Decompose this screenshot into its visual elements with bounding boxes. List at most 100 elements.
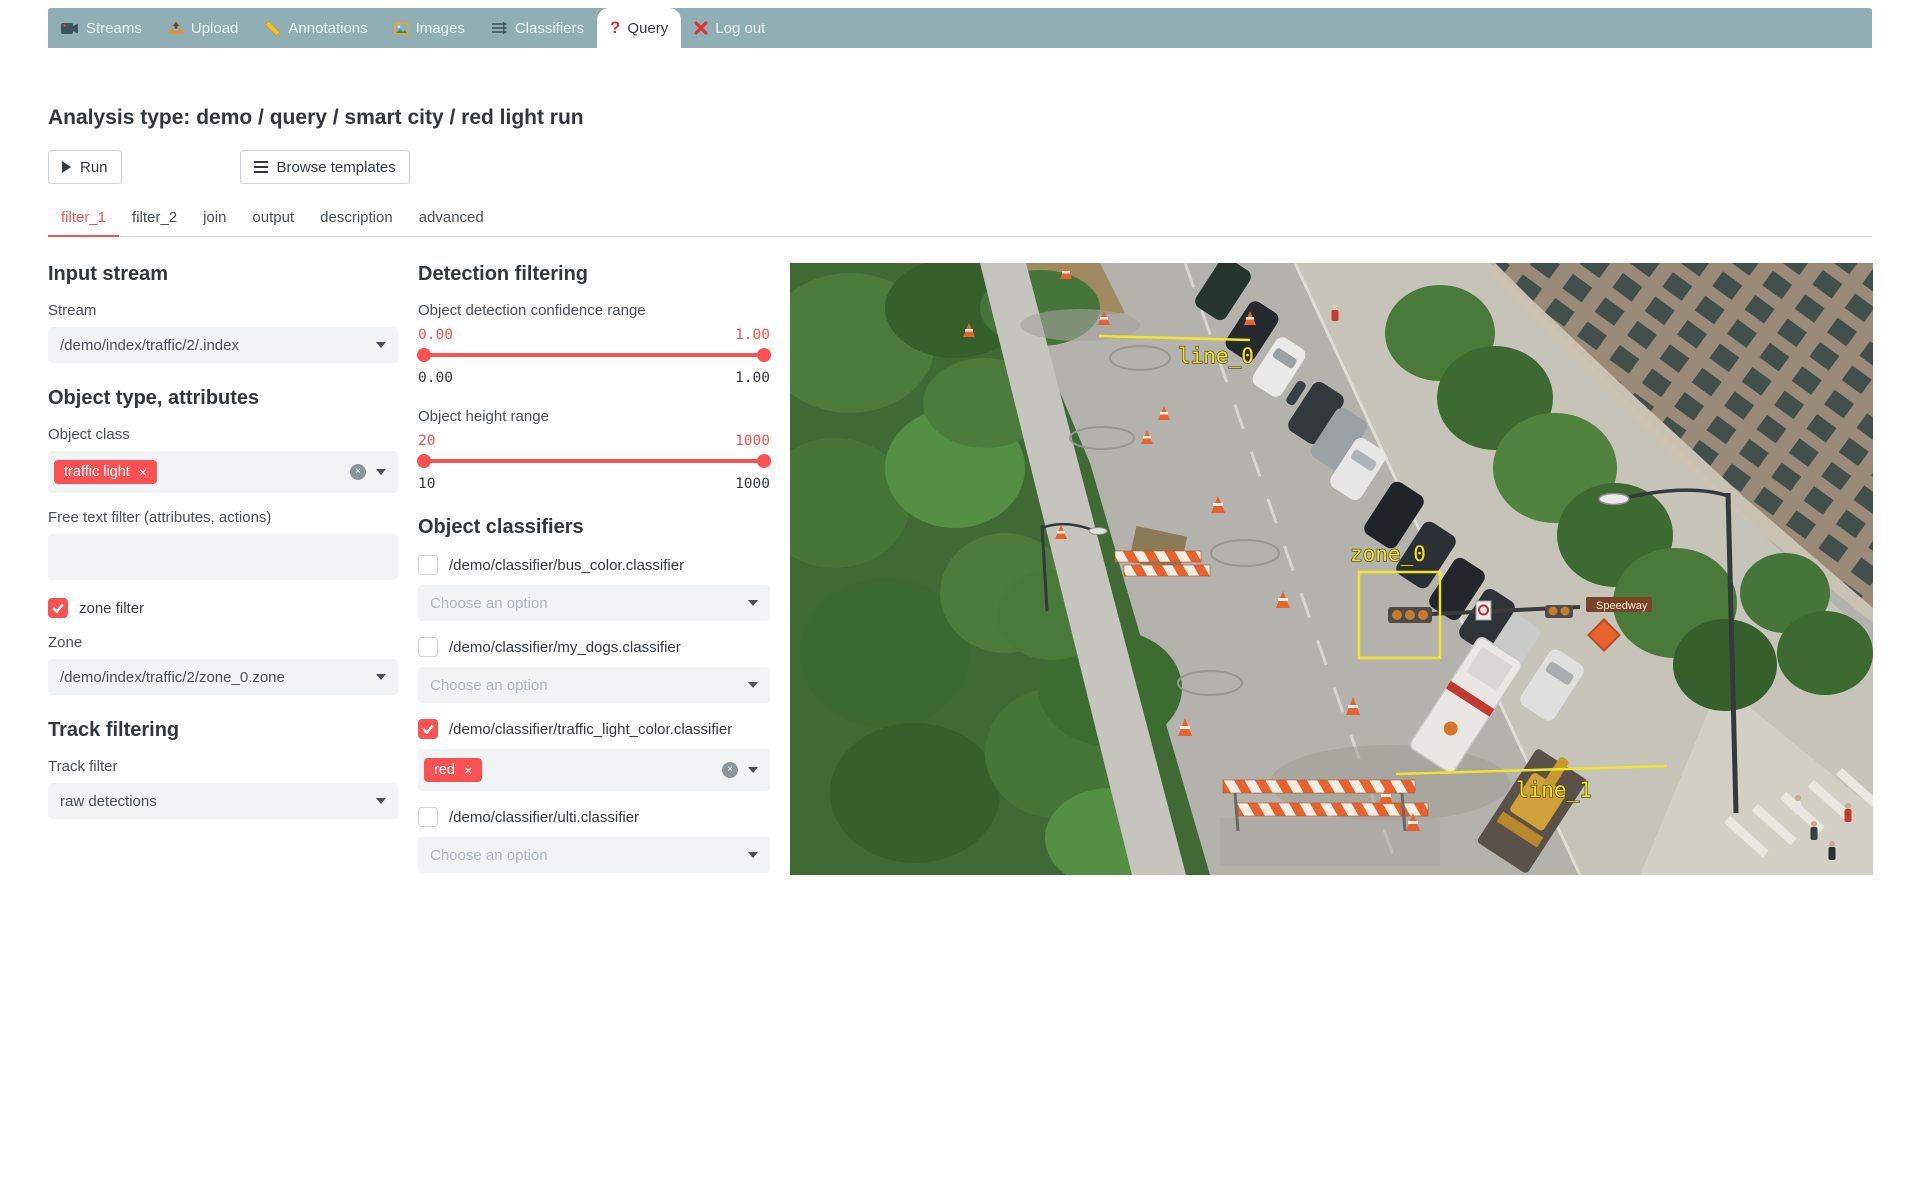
object-class-multiselect[interactable]: traffic light × × <box>48 451 398 493</box>
classifier-row-ulti: /demo/classifier/ulti.classifier <box>418 807 770 827</box>
classifier-arrows-icon <box>491 22 508 34</box>
ulti-path: /demo/classifier/ulti.classifier <box>449 809 639 826</box>
nav-classifiers[interactable]: Classifiers <box>478 8 597 48</box>
nav-images-label: Images <box>416 20 465 37</box>
traffic-light-color-chip-label: red <box>434 762 455 778</box>
clear-selection-icon[interactable]: × <box>722 762 738 778</box>
my-dogs-checkbox[interactable] <box>418 637 438 657</box>
tab-description[interactable]: description <box>307 200 406 237</box>
nav-upload[interactable]: Upload <box>155 8 252 48</box>
check-icon <box>52 603 64 613</box>
confidence-min: 0.00 <box>418 370 453 386</box>
traffic-light-color-multiselect[interactable]: red × × <box>418 749 770 791</box>
annotation-line-0-label: line_0 <box>1178 344 1254 368</box>
app-page: Streams Upload Annotations Images Classi… <box>0 0 1920 1200</box>
my-dogs-path: /demo/classifier/my_dogs.classifier <box>449 639 681 656</box>
clear-selection-icon[interactable]: × <box>350 464 366 480</box>
menu-icon <box>254 161 268 173</box>
confidence-minmax: 0.00 1.00 <box>418 370 770 386</box>
bus-color-placeholder: Choose an option <box>430 595 548 612</box>
nav-annotations-label: Annotations <box>288 20 367 37</box>
bus-color-checkbox[interactable] <box>418 555 438 575</box>
nav-logout[interactable]: Log out <box>681 8 778 48</box>
zone-select[interactable]: /demo/index/traffic/2/zone_0.zone <box>48 659 398 695</box>
top-navbar: Streams Upload Annotations Images Classi… <box>48 8 1872 48</box>
chevron-down-icon <box>376 469 386 475</box>
upload-tray-icon <box>168 21 184 35</box>
question-mark-icon: ? <box>610 18 620 38</box>
traffic-light-color-checkbox[interactable] <box>418 719 438 739</box>
bus-color-select[interactable]: Choose an option <box>418 585 770 621</box>
object-class-chip-label: traffic light <box>64 464 130 480</box>
ulti-checkbox[interactable] <box>418 807 438 827</box>
height-low-value: 20 <box>418 433 435 449</box>
detection-filtering-heading: Detection filtering <box>418 263 770 286</box>
traffic-light-color-path: /demo/classifier/traffic_light_color.cla… <box>449 721 732 738</box>
track-filter-value: raw detections <box>60 793 157 810</box>
ulti-select[interactable]: Choose an option <box>418 837 770 873</box>
track-filtering-heading: Track filtering <box>48 719 398 742</box>
slider-handle-low[interactable] <box>417 454 431 468</box>
zone-label: Zone <box>48 634 398 651</box>
street-name-text: Speedway <box>1596 600 1648 612</box>
slider-handle-high[interactable] <box>757 348 771 362</box>
nav-streams[interactable]: Streams <box>48 8 155 48</box>
tab-join[interactable]: join <box>190 200 239 237</box>
confidence-low-value: 0.00 <box>418 327 453 343</box>
nav-logout-label: Log out <box>715 20 765 37</box>
object-class-label: Object class <box>48 426 398 443</box>
confidence-max: 1.00 <box>735 370 770 386</box>
nav-images[interactable]: Images <box>381 8 478 48</box>
nav-query-label: Query <box>627 20 668 37</box>
nav-annotations[interactable]: Annotations <box>251 8 380 48</box>
annotation-line-1-label: line_1 <box>1516 778 1592 802</box>
chip-remove-icon[interactable]: × <box>139 464 147 480</box>
object-type-heading: Object type, attributes <box>48 387 398 410</box>
play-icon <box>62 161 71 173</box>
slider-track <box>420 459 768 463</box>
slider-handle-low[interactable] <box>417 348 431 362</box>
classifier-row-traffic-light-color: /demo/classifier/traffic_light_color.cla… <box>418 719 770 739</box>
filter-tabs: filter_1 filter_2 join output descriptio… <box>48 200 1872 237</box>
free-text-filter-input[interactable] <box>48 534 398 580</box>
ruler-icon <box>264 20 281 37</box>
zone-filter-checkbox[interactable] <box>48 598 68 618</box>
confidence-range-label: Object detection confidence range <box>418 302 770 319</box>
browse-templates-button[interactable]: Browse templates <box>240 150 410 184</box>
slider-handle-high[interactable] <box>757 454 771 468</box>
confidence-high-value: 1.00 <box>735 327 770 343</box>
zone-filter-row: zone filter <box>48 598 398 618</box>
nav-classifiers-label: Classifiers <box>515 20 584 37</box>
chevron-down-icon <box>748 682 758 688</box>
camera-frame-image: Speedway <box>790 263 1873 875</box>
my-dogs-select[interactable]: Choose an option <box>418 667 770 703</box>
zone-select-value: /demo/index/traffic/2/zone_0.zone <box>60 669 285 686</box>
chevron-down-icon <box>376 342 386 348</box>
annotation-zone-0-label: zone_0 <box>1350 542 1426 566</box>
run-button[interactable]: Run <box>48 150 122 184</box>
nav-query[interactable]: ? Query <box>597 8 681 48</box>
toolbar-spacer <box>136 150 226 184</box>
track-filter-label: Track filter <box>48 758 398 775</box>
chevron-down-icon <box>376 798 386 804</box>
nav-upload-label: Upload <box>191 20 239 37</box>
confidence-range-slider[interactable] <box>418 348 770 362</box>
chip-remove-icon[interactable]: × <box>464 762 472 778</box>
chevron-down-icon <box>376 674 386 680</box>
tab-filter-2[interactable]: filter_2 <box>119 200 190 237</box>
chevron-down-icon <box>748 852 758 858</box>
nav-streams-label: Streams <box>86 20 142 37</box>
check-icon <box>422 724 434 734</box>
left-column: Input stream Stream /demo/index/traffic/… <box>48 263 398 875</box>
stream-select[interactable]: /demo/index/traffic/2/.index <box>48 327 398 363</box>
page-title: Analysis type: demo / query / smart city… <box>48 106 1872 130</box>
height-range-slider[interactable] <box>418 454 770 468</box>
tab-output[interactable]: output <box>239 200 307 237</box>
tab-filter-1[interactable]: filter_1 <box>48 200 119 237</box>
chevron-down-icon <box>748 767 758 773</box>
stream-label: Stream <box>48 302 398 319</box>
tab-advanced[interactable]: advanced <box>406 200 497 237</box>
track-filter-select[interactable]: raw detections <box>48 783 398 819</box>
height-current-values: 20 1000 <box>418 433 770 449</box>
input-stream-heading: Input stream <box>48 263 398 286</box>
